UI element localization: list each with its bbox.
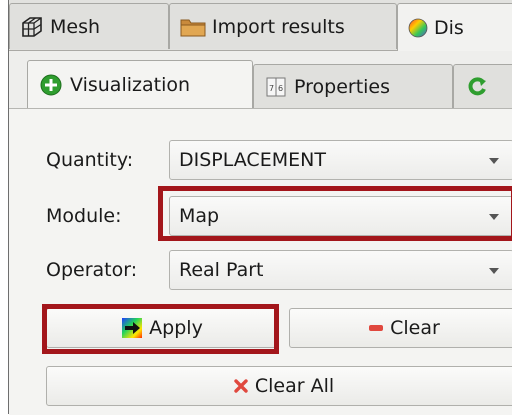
clear-button[interactable]: Clear: [289, 308, 512, 348]
tab-import-results[interactable]: Import results: [169, 3, 397, 49]
svg-text:6: 6: [278, 84, 283, 93]
chevron-down-icon: [489, 268, 499, 274]
operator-label: Operator:: [46, 259, 138, 281]
quantity-value: DISPLACEMENT: [179, 149, 326, 171]
tab-display-label: Dis: [434, 16, 464, 39]
tab-third[interactable]: [453, 64, 512, 108]
clear-all-button[interactable]: Clear All: [46, 366, 512, 406]
operator-select[interactable]: Real Part: [169, 250, 512, 290]
refresh-icon: [466, 76, 488, 98]
post-processing-panel: Mesh Import results Dis Visualization 7 …: [8, 0, 512, 415]
quantity-label: Quantity:: [46, 149, 134, 171]
color-wheel-icon: [408, 18, 428, 38]
mesh-icon: [20, 15, 44, 39]
apply-highlight: [42, 304, 279, 354]
module-label: Module:: [46, 205, 122, 227]
tab-display[interactable]: Dis: [397, 3, 512, 51]
tab-import-results-label: Import results: [212, 15, 345, 38]
chevron-down-icon: [489, 158, 499, 164]
folder-icon: [180, 16, 206, 38]
svg-text:7: 7: [269, 84, 274, 93]
tab-mesh-label: Mesh: [50, 15, 101, 38]
tab-visualization-label: Visualization: [70, 74, 191, 96]
properties-icon: 7 6: [266, 77, 286, 97]
tab-visualization[interactable]: Visualization: [27, 60, 253, 109]
module-highlight: [158, 186, 512, 241]
visualization-page: Quantity: DISPLACEMENT Module: Map Opera…: [9, 108, 512, 415]
outer-tab-bar: Mesh Import results Dis: [9, 0, 512, 51]
x-icon: [233, 378, 249, 394]
tab-properties[interactable]: 7 6 Properties: [253, 64, 453, 108]
tab-mesh[interactable]: Mesh: [9, 3, 169, 49]
quantity-select[interactable]: DISPLACEMENT: [169, 140, 512, 180]
tab-properties-label: Properties: [294, 75, 391, 98]
clear-label: Clear: [390, 317, 440, 339]
clear-all-label: Clear All: [254, 375, 335, 397]
plus-circle-icon: [40, 74, 62, 96]
minus-icon: [368, 323, 384, 333]
inner-tab-bar: Visualization 7 6 Properties: [9, 50, 512, 109]
operator-value: Real Part: [179, 259, 264, 281]
